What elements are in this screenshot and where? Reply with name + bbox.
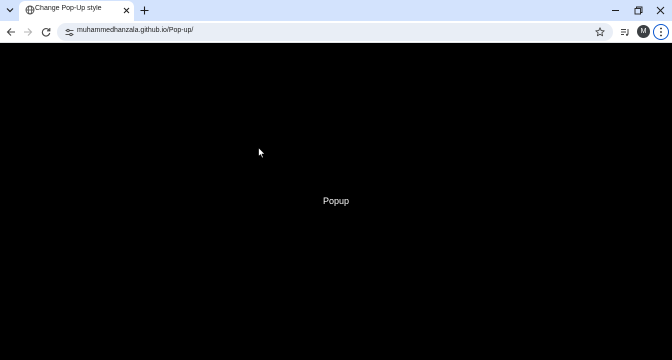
restore-button[interactable] (631, 3, 645, 17)
browser-toolbar: muhammedhanzala.github.io/Pop-up/ M (0, 21, 672, 43)
reload-button[interactable] (39, 25, 53, 39)
minimize-button[interactable] (608, 3, 622, 17)
address-bar[interactable]: muhammedhanzala.github.io/Pop-up/ (57, 23, 613, 41)
reload-icon (41, 28, 51, 37)
tab-strip: Change Pop-Up style (0, 0, 672, 21)
close-icon (123, 7, 129, 13)
globe-icon (25, 5, 35, 15)
media-control-button[interactable] (618, 25, 632, 39)
site-info-button[interactable] (63, 26, 75, 38)
avatar[interactable]: M (637, 25, 650, 38)
back-button[interactable] (4, 25, 18, 39)
tab-search-button[interactable] (2, 2, 18, 18)
tab-active[interactable]: Change Pop-Up style (19, 1, 134, 21)
minimize-icon (611, 9, 619, 11)
restore-icon (634, 6, 642, 14)
plus-icon (140, 6, 148, 14)
popup-trigger[interactable]: Popup (0, 196, 672, 206)
new-tab-button[interactable] (138, 4, 150, 16)
bookmark-button[interactable] (594, 26, 606, 38)
url-text[interactable]: muhammedhanzala.github.io/Pop-up/ (77, 27, 193, 34)
star-icon (595, 27, 605, 37)
window-close-button[interactable] (653, 3, 667, 17)
site-info-icon (65, 28, 73, 36)
back-arrow-icon (6, 28, 15, 36)
browser-menu-button[interactable] (653, 24, 669, 40)
window-close-icon (656, 6, 664, 14)
forward-arrow-icon (24, 28, 33, 36)
tab-search-icon (6, 8, 14, 13)
mouse-pointer-icon (258, 147, 266, 159)
tab-title: Change Pop-Up style (35, 5, 102, 12)
kebab-menu-icon (660, 27, 662, 37)
page-content: Popup (0, 43, 672, 360)
media-control-icon (621, 29, 629, 36)
forward-button[interactable] (21, 25, 35, 39)
browser-window: Change Pop-Up style muhammedhanzala.gith… (0, 0, 672, 360)
tab-close-button[interactable] (121, 5, 131, 15)
